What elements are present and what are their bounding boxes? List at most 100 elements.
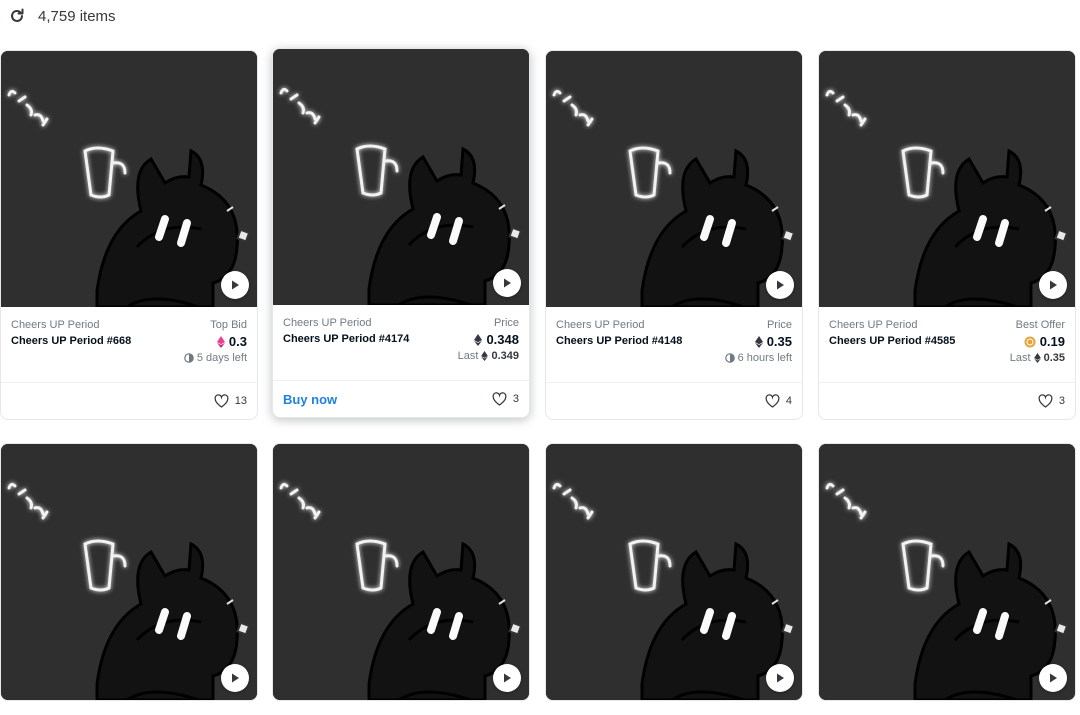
nft-image[interactable] bbox=[819, 51, 1075, 307]
price-label: Best Offer bbox=[1015, 319, 1065, 331]
favorite-count: 3 bbox=[1058, 395, 1065, 407]
favorite-count: 3 bbox=[512, 393, 519, 405]
collection-name[interactable]: Cheers UP Period bbox=[829, 319, 955, 331]
play-icon bbox=[777, 280, 784, 290]
last-sale-label: Last bbox=[457, 350, 479, 362]
last-sale-label: Last bbox=[1009, 352, 1031, 364]
clock-icon bbox=[184, 353, 194, 363]
price-label: Top Bid bbox=[210, 319, 247, 331]
price-value: 0.19 bbox=[1039, 334, 1065, 349]
play-button[interactable] bbox=[221, 271, 249, 299]
item-name: Cheers UP Period #4148 bbox=[556, 335, 683, 347]
nft-artwork bbox=[273, 444, 529, 700]
nft-artwork bbox=[819, 444, 1075, 700]
favorite-button[interactable]: 3 bbox=[1038, 394, 1065, 408]
price-label: Price bbox=[493, 317, 519, 329]
collection-name[interactable]: Cheers UP Period bbox=[283, 317, 409, 329]
play-icon bbox=[232, 673, 239, 683]
heart-icon bbox=[214, 394, 229, 408]
nft-image[interactable] bbox=[273, 49, 529, 305]
price-label: Price bbox=[766, 319, 792, 331]
eth-icon bbox=[754, 335, 763, 348]
card-info: Cheers UP Period Cheers UP Period #4174 … bbox=[273, 305, 529, 381]
play-icon bbox=[504, 278, 511, 288]
ape-coin-icon bbox=[1024, 336, 1036, 347]
nft-artwork bbox=[1, 51, 257, 307]
buy-now-button[interactable]: Buy now bbox=[283, 392, 337, 407]
items-count: 4,759 items bbox=[38, 7, 116, 25]
play-icon bbox=[777, 673, 784, 683]
card-info: Cheers UP Period Cheers UP Period #4585 … bbox=[819, 307, 1075, 383]
nft-card[interactable]: Cheers UP Period Cheers UP Period #4148 … bbox=[545, 50, 803, 420]
nft-artwork bbox=[546, 51, 802, 307]
collection-name[interactable]: Cheers UP Period bbox=[11, 319, 131, 331]
last-sale: Last 0.35 bbox=[1010, 352, 1065, 364]
card-footer: Buy now 3 bbox=[273, 381, 529, 417]
play-icon bbox=[232, 280, 239, 290]
time-left: 5 days left bbox=[184, 352, 247, 364]
price: 0.19 bbox=[1024, 334, 1065, 349]
nft-image[interactable] bbox=[819, 444, 1075, 700]
refresh-icon[interactable] bbox=[8, 7, 26, 25]
nft-card[interactable] bbox=[545, 443, 803, 701]
card-footer: 4 bbox=[546, 383, 802, 419]
nft-image[interactable] bbox=[546, 444, 802, 700]
play-button[interactable] bbox=[1039, 271, 1067, 299]
item-name: Cheers UP Period #4585 bbox=[829, 335, 956, 347]
nft-image[interactable] bbox=[1, 51, 257, 307]
nft-card[interactable]: Cheers UP Period Cheers UP Period #668 T… bbox=[0, 50, 258, 420]
nft-artwork bbox=[546, 444, 802, 700]
nft-card[interactable]: Cheers UP Period Cheers UP Period #4174 … bbox=[272, 48, 530, 418]
play-button[interactable] bbox=[493, 664, 521, 692]
favorite-button[interactable]: 13 bbox=[214, 394, 247, 408]
eth-icon bbox=[474, 333, 483, 346]
favorite-button[interactable]: 3 bbox=[492, 392, 519, 406]
play-button[interactable] bbox=[1039, 664, 1067, 692]
card-info: Cheers UP Period Cheers UP Period #668 T… bbox=[1, 307, 257, 383]
heart-icon bbox=[1038, 394, 1053, 408]
price: 0.348 bbox=[474, 332, 519, 347]
favorite-count: 13 bbox=[234, 395, 247, 407]
time-left: 6 hours left bbox=[724, 352, 792, 364]
nft-card[interactable] bbox=[818, 443, 1076, 701]
weth-icon bbox=[216, 335, 225, 348]
nft-artwork bbox=[819, 51, 1075, 307]
card-info: Cheers UP Period Cheers UP Period #4148 … bbox=[546, 307, 802, 383]
play-button[interactable] bbox=[766, 271, 794, 299]
nft-image[interactable] bbox=[273, 444, 529, 700]
price-value: 0.348 bbox=[486, 332, 519, 347]
time-left-text: 5 days left bbox=[196, 352, 247, 364]
last-sale-value: 0.349 bbox=[491, 350, 519, 362]
nft-artwork bbox=[273, 49, 529, 305]
nft-card[interactable] bbox=[0, 443, 258, 701]
card-footer: 3 bbox=[819, 383, 1075, 419]
play-button[interactable] bbox=[493, 269, 521, 297]
collection-name[interactable]: Cheers UP Period bbox=[556, 319, 682, 331]
nft-image[interactable] bbox=[546, 51, 802, 307]
price-value: 0.3 bbox=[228, 334, 247, 349]
nft-card[interactable]: Cheers UP Period Cheers UP Period #4585 … bbox=[818, 50, 1076, 420]
price: 0.35 bbox=[754, 334, 792, 349]
nft-card[interactable] bbox=[272, 443, 530, 701]
nft-artwork bbox=[1, 444, 257, 700]
last-sale-value: 0.35 bbox=[1043, 352, 1065, 364]
last-sale: Last 0.349 bbox=[458, 350, 519, 362]
item-name: Cheers UP Period #668 bbox=[11, 335, 132, 347]
favorite-count: 4 bbox=[785, 395, 792, 407]
time-left-text: 6 hours left bbox=[737, 352, 792, 364]
play-icon bbox=[1050, 673, 1057, 683]
heart-icon bbox=[492, 392, 507, 406]
nft-image[interactable] bbox=[1, 444, 257, 700]
heart-icon bbox=[765, 394, 780, 408]
play-button[interactable] bbox=[221, 664, 249, 692]
item-name: Cheers UP Period #4174 bbox=[283, 333, 410, 345]
clock-icon bbox=[724, 353, 735, 363]
favorite-button[interactable]: 4 bbox=[765, 394, 792, 408]
card-footer: 13 bbox=[1, 383, 257, 419]
results-header: 4,759 items bbox=[8, 4, 116, 28]
price-value: 0.35 bbox=[766, 334, 792, 349]
play-icon bbox=[1050, 280, 1057, 290]
eth-icon bbox=[481, 351, 489, 361]
play-button[interactable] bbox=[766, 664, 794, 692]
price: 0.3 bbox=[216, 334, 247, 349]
